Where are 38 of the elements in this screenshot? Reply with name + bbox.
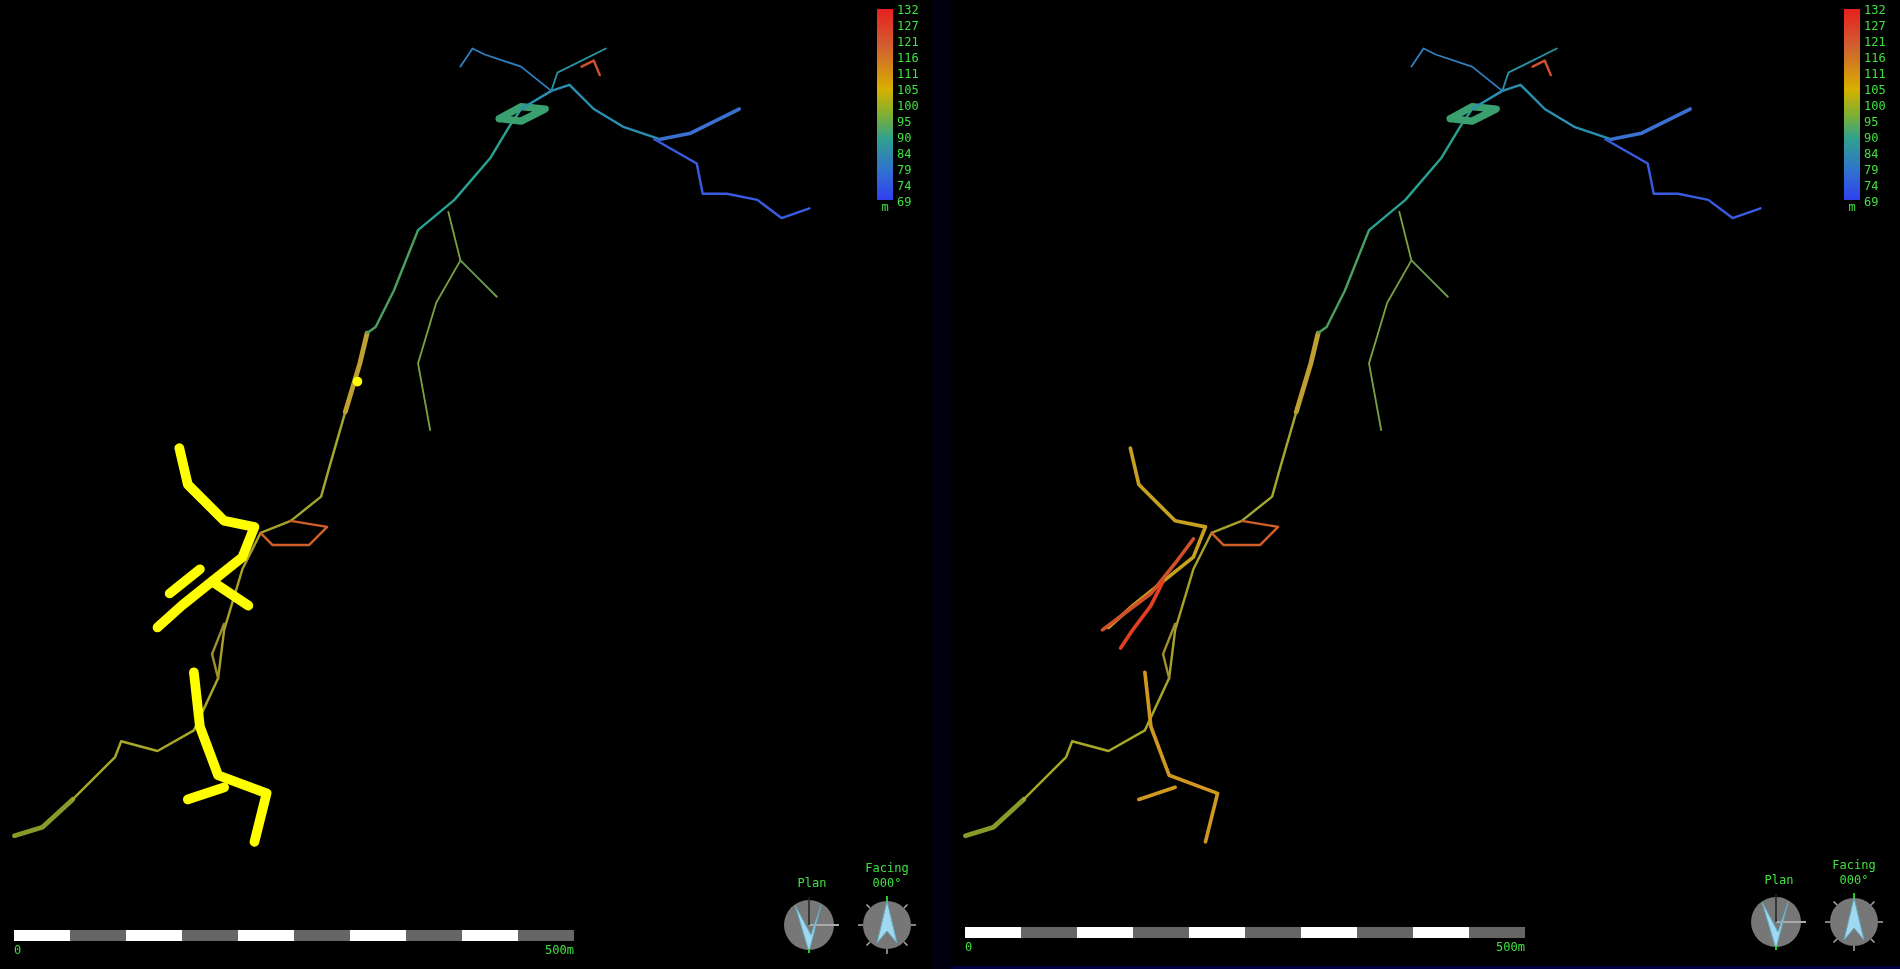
- elevation-label: 100: [897, 98, 920, 114]
- facing-label: Facing 000°: [865, 861, 909, 891]
- elevation-label: 105: [1864, 82, 1887, 98]
- elevation-label: 100: [1864, 98, 1887, 114]
- elevation-label: 95: [897, 114, 913, 130]
- plan-label: Plan: [1764, 873, 1794, 888]
- elevation-label: 121: [1864, 34, 1887, 50]
- elevation-label: 127: [1864, 18, 1887, 34]
- elevation-label: 84: [1864, 146, 1880, 162]
- facing-label: Facing 000°: [1832, 858, 1876, 888]
- elevation-label: 121: [897, 34, 920, 50]
- unit-label: m: [881, 200, 889, 214]
- elevation-label: 95: [1864, 114, 1880, 130]
- facing-compass-icon[interactable]: [1824, 892, 1884, 952]
- plan-label: Plan: [797, 876, 827, 891]
- elevation-label: 111: [897, 66, 920, 82]
- elevation-label: 79: [897, 162, 913, 178]
- scale-start-label: 0: [14, 943, 22, 957]
- elevation-label: 74: [1864, 178, 1880, 194]
- elevation-label: 127: [897, 18, 920, 34]
- elevation-label: 74: [897, 178, 913, 194]
- elevation-label: 69: [897, 194, 913, 210]
- elevation-label: 116: [1864, 50, 1887, 66]
- elevation-label: 105: [897, 82, 920, 98]
- elevation-label: 79: [1864, 162, 1880, 178]
- elevation-label: 69: [1864, 194, 1880, 210]
- elevation-label: 116: [897, 50, 920, 66]
- elevation-label: 84: [897, 146, 913, 162]
- scale-end-label: 500m: [1496, 940, 1525, 954]
- elevation-label: 90: [897, 130, 913, 146]
- scale-end-label: 500m: [545, 943, 574, 957]
- elevation-label: 111: [1864, 66, 1887, 82]
- scale-start-label: 0: [965, 940, 973, 954]
- elevation-label: 132: [1864, 2, 1887, 18]
- elevation-label: 132: [897, 2, 920, 18]
- unit-label: m: [1848, 200, 1856, 214]
- elevation-label: 90: [1864, 130, 1880, 146]
- facing-compass-icon[interactable]: [857, 895, 917, 955]
